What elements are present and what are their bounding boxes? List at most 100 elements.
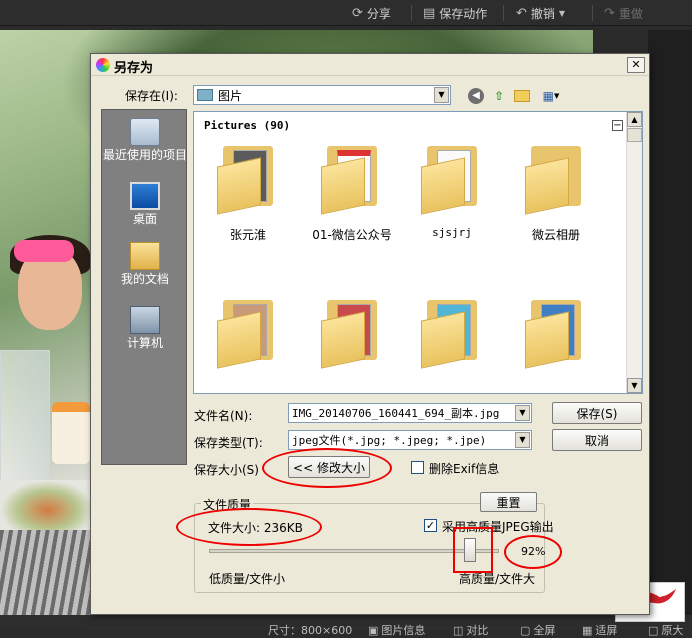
bottom-status-bar: 尺寸：800×600 ▣ 图片信息 ◫ 对比 ▢ 全屏 ▦ 适屏 □ 原大 [0,615,692,637]
undo-button[interactable]: ↶ 撤销 ▼ [516,4,565,22]
place-recent-label: 最近使用的项目 [102,148,187,162]
scroll-up-button[interactable]: ▲ [627,112,642,127]
folder-item[interactable] [302,300,402,380]
folder-name: 张元淮 [229,228,266,242]
file-list-header: Pictures (90) [204,119,291,132]
chevron-down-icon: ▼ [553,92,560,100]
folder-item[interactable]: 张元淮 [198,146,298,243]
annotation-ellipse [176,508,322,546]
folder-item[interactable] [506,300,606,380]
redo-label: 重做 [618,6,643,21]
right-side-panel [648,30,692,615]
folder-item[interactable]: 微云相册 [506,146,606,243]
undo-icon: ↶ [516,5,527,21]
dialog-titlebar: 另存为 ✕ [91,54,649,76]
image-info-button[interactable]: ▣ 图片信息 [368,622,425,638]
original-size-button[interactable]: □ 原大 [648,622,683,638]
folder-icon [525,146,587,215]
chevron-down-icon: ▼ [631,381,638,390]
folder-icon [321,146,383,215]
save-in-dropdown[interactable]: 图片 ▼ [193,85,451,105]
top-toolbar: ⟳ 分享 ▤ 保存动作 ↶ 撤销 ▼ ↷ 重做 [0,0,692,26]
fit-icon: ▦ [582,623,593,637]
folder-item[interactable] [402,300,502,380]
back-arrow-icon: ◀ [468,88,484,104]
close-button[interactable]: ✕ [627,57,645,73]
compare-button[interactable]: ◫ 对比 [453,622,488,638]
chevron-down-icon: ▼ [558,8,566,18]
save-size-label: 保存大小(S) [194,463,259,477]
fullscreen-icon: ▢ [520,623,531,637]
save-action-button[interactable]: ▤ 保存动作 [423,4,487,22]
new-folder-button[interactable] [512,86,532,106]
toolbar-divider [592,5,593,21]
save-action-icon: ▤ [423,5,436,21]
fit-label: 适屏 [595,624,618,637]
folder-icon [421,146,483,215]
place-computer[interactable]: 计算机 [102,306,188,350]
delete-exif-checkbox[interactable] [411,461,424,474]
fullscreen-label: 全屏 [533,624,556,637]
folder-item[interactable]: sjsjrj [402,146,502,239]
file-list-scrollbar[interactable]: ▲ ▼ [626,112,642,393]
fullscreen-button[interactable]: ▢ 全屏 [520,622,555,638]
desktop-icon [130,182,160,210]
folder-item[interactable]: 01-微信公众号 [302,146,402,243]
filetype-label: 保存类型(T): [194,436,263,450]
redo-icon: ↷ [604,5,615,21]
new-folder-icon [514,90,530,102]
save-action-label: 保存动作 [439,6,488,21]
photo-cake [52,402,90,464]
chevron-up-icon: ▲ [631,115,638,124]
share-button[interactable]: ⟳ 分享 [352,4,391,22]
folder-name: 微云相册 [531,228,580,242]
place-my-documents[interactable]: 我的文档 [102,242,188,286]
filename-input[interactable]: IMG_20140706_160441_694_副本.jpg ▼ [288,403,532,423]
filename-label: 文件名(N): [194,409,253,423]
place-desktop[interactable]: 桌面 [102,182,188,226]
high-quality-label: 高质量/文件大 [459,572,536,586]
back-button[interactable]: ◀ [466,86,486,106]
toolbar-divider [411,5,412,21]
minus-icon: − [613,120,622,131]
annotation-rect [453,527,493,573]
image-info-label: 图片信息 [381,624,426,637]
place-desktop-label: 桌面 [132,212,157,226]
scroll-thumb[interactable] [627,128,642,142]
file-list-view[interactable]: Pictures (90) − 张元淮 01-微信公众号 sjsjrj 微云相册 [193,111,643,394]
filetype-dropdown[interactable]: jpeg文件(*.jpg; *.jpeg; *.jpe) ▼ [288,430,532,450]
cancel-button[interactable]: 取消 [552,429,642,451]
delete-exif-label: 删除Exif信息 [429,462,500,476]
scroll-down-button[interactable]: ▼ [627,378,642,393]
filename-value: IMG_20140706_160441_694_副本.jpg [292,407,500,420]
collapse-group-button[interactable]: − [612,120,623,131]
chevron-down-icon[interactable]: ▼ [434,87,449,103]
share-icon: ⟳ [352,5,363,21]
folder-icon [321,300,383,369]
folder-item[interactable] [198,300,298,380]
redo-button[interactable]: ↷ 重做 [604,4,643,22]
up-folder-icon: ⇧ [493,89,505,103]
chevron-down-icon[interactable]: ▼ [515,432,530,448]
original-label: 原大 [661,624,684,637]
info-icon: ▣ [368,623,379,637]
chevron-down-icon[interactable]: ▼ [515,405,530,421]
place-recent[interactable]: 最近使用的项目 [102,118,188,162]
reset-button[interactable]: 重置 [480,492,537,512]
photo-hair-bow [14,240,74,262]
share-label: 分享 [366,6,391,21]
view-menu-button[interactable]: ▦ ▼ [537,86,565,106]
up-folder-button[interactable]: ⇧ [489,86,509,106]
dialog-title: 另存为 [114,61,154,76]
place-my-documents-label: 我的文档 [120,272,169,286]
save-in-value: 图片 [218,88,243,103]
photo-chairs [0,530,100,615]
save-button[interactable]: 保存(S) [552,402,642,424]
fit-screen-button[interactable]: ▦ 适屏 [582,622,617,638]
save-in-label: 保存在(I): [125,89,178,103]
image-size-text: 尺寸：800×600 [268,624,353,637]
close-icon: ✕ [631,58,641,71]
hq-jpeg-checkbox[interactable]: ✓ [424,519,437,532]
folder-icon [217,146,279,215]
compare-label: 对比 [466,624,489,637]
